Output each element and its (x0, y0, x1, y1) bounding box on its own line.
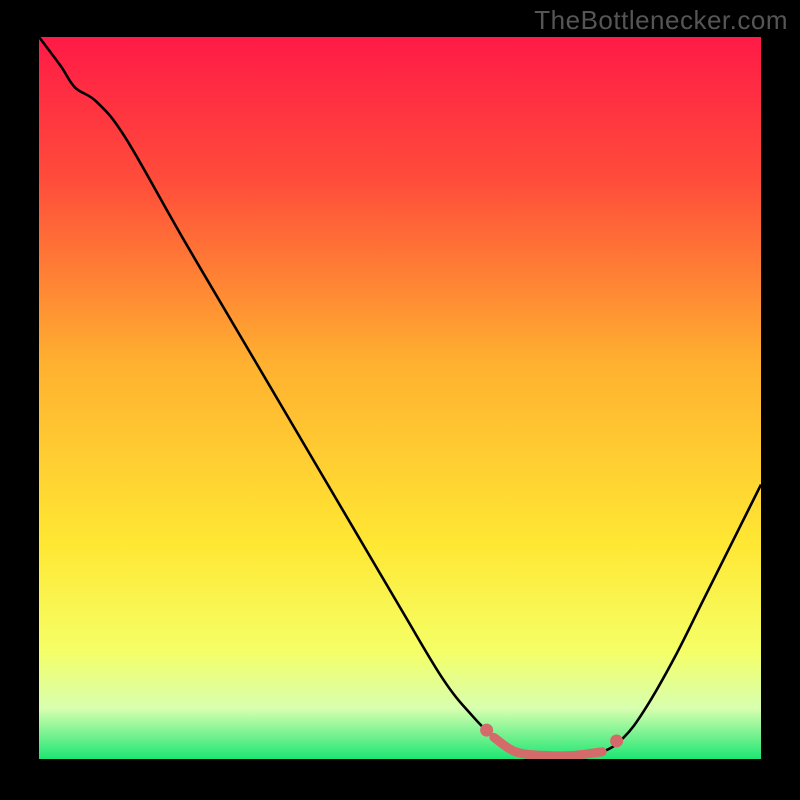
plot-area (39, 37, 761, 759)
chart-svg (39, 37, 761, 759)
chart-container: TheBottleneсker.com (0, 0, 800, 800)
optimal-range-dot (610, 734, 623, 747)
gradient-background (39, 37, 761, 759)
optimal-range-dot (480, 724, 493, 737)
watermark-text: TheBottleneсker.com (534, 5, 788, 36)
